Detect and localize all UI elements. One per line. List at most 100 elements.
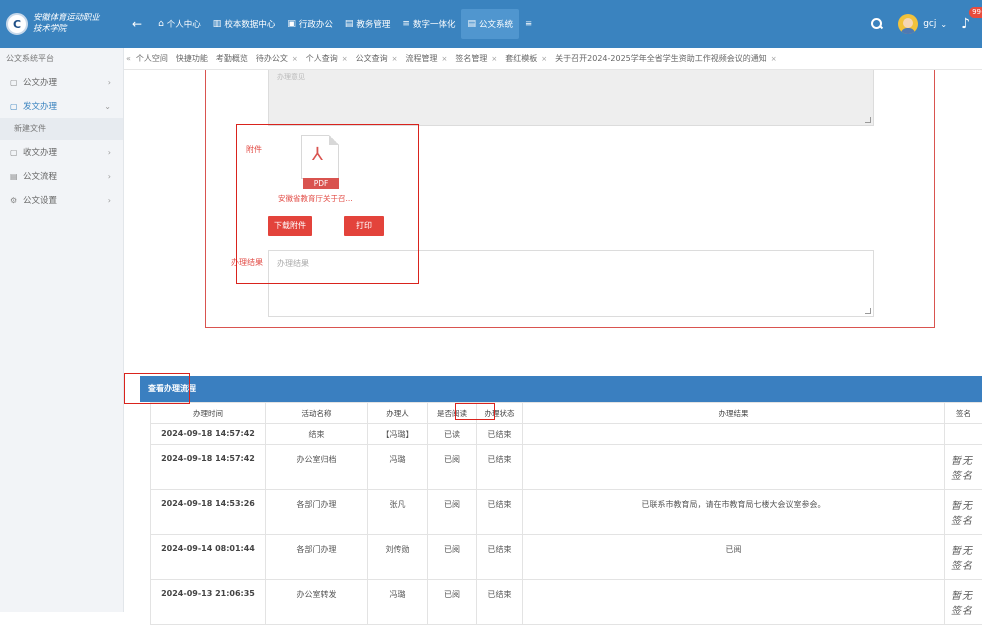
sidebar-item-flow[interactable]: ▤ 公文流程 › — [0, 164, 123, 188]
tab-flow-management[interactable]: 流程管理× — [406, 53, 448, 64]
table-header-row: 办理时间 活动名称 办理人 是否阅读 办理状态 办理结果 签名 — [151, 403, 982, 424]
close-icon[interactable]: × — [491, 55, 497, 63]
tab-strip: « 个人空间 快捷功能 考勤概览 待办公文× 个人查询× 公文查询× 流程管理×… — [124, 48, 982, 70]
gear-icon: ⚙ — [10, 196, 20, 205]
table-row: 2024-09-18 14:57:42 结束 【冯璐】 已读 已结束 — [151, 424, 982, 445]
menu-icon[interactable]: ≡ — [519, 9, 538, 39]
chevron-right-icon: › — [108, 78, 111, 87]
cell-time: 2024-09-18 14:57:42 — [151, 424, 266, 445]
cell-status: 已结束 — [477, 490, 523, 535]
column-header: 签名 — [945, 403, 982, 424]
school-name-line2: 技术学院 — [33, 24, 99, 35]
cell-result — [523, 424, 945, 445]
cell-handler: 冯璐 — [368, 580, 428, 625]
table-row: 2024-09-18 14:53:26 各部门办理 张凡 已阅 已结束 已联系市… — [151, 490, 982, 535]
column-header: 活动名称 — [266, 403, 368, 424]
cell-signature: 暂无签名 — [945, 580, 982, 625]
cell-read: 已阅 — [428, 535, 477, 580]
cell-read: 已阅 — [428, 490, 477, 535]
tab-personal-space[interactable]: 个人空间 — [136, 53, 168, 64]
cell-time: 2024-09-18 14:57:42 — [151, 445, 266, 490]
resize-handle-icon[interactable] — [865, 117, 871, 123]
chevron-down-icon: ⌄ — [104, 102, 111, 111]
sidebar-item-document-handling[interactable]: ▢ 公文办理 › — [0, 70, 123, 94]
tab-doc-query[interactable]: 公文查询× — [356, 53, 398, 64]
top-bar: C 安徽体育运动职业 技术学院 ← ⌂个人中心 ▥校本数据中心 ▣行政办公 ▤教… — [0, 0, 982, 48]
school-name-line1: 安徽体育运动职业 — [33, 13, 99, 24]
list-icon: ≡ — [402, 19, 410, 29]
cell-status: 已结束 — [477, 535, 523, 580]
highlight-flow-title — [124, 373, 190, 404]
chevron-down-icon[interactable]: ⌄ — [940, 20, 947, 29]
sidebar-item-incoming[interactable]: ▢ 收文办理 › — [0, 140, 123, 164]
avatar[interactable] — [898, 14, 918, 34]
username[interactable]: gcj — [923, 19, 936, 29]
nav-personal-center[interactable]: ⌂个人中心 — [152, 9, 207, 39]
tab-personal-query[interactable]: 个人查询× — [306, 53, 348, 64]
cell-result — [523, 445, 945, 490]
nav-document-system[interactable]: ▤公文系统 — [461, 9, 519, 39]
nav-admin-office[interactable]: ▣行政办公 — [281, 9, 339, 39]
chevron-right-icon: › — [108, 196, 111, 205]
close-icon[interactable]: × — [342, 55, 348, 63]
tab-attendance[interactable]: 考勤概览 — [216, 53, 248, 64]
cell-status: 已结束 — [477, 445, 523, 490]
cell-result: 已阅 — [523, 535, 945, 580]
cell-activity: 办公室归档 — [266, 445, 368, 490]
tab-red-template[interactable]: 套红模板× — [505, 53, 547, 64]
table-row: 2024-09-14 08:01:44 各部门办理 刘传勋 已阅 已结束 已阅 … — [151, 535, 982, 580]
sidebar: 公文系统平台 ▢ 公文办理 › ▢ 发文办理 ⌄ 新建文件 ▢ 收文办理 › ▤… — [0, 48, 124, 612]
cell-read: 已阅 — [428, 445, 477, 490]
cell-read: 已读 — [428, 424, 477, 445]
document-icon: ▢ — [10, 102, 20, 111]
resize-handle-icon[interactable] — [865, 308, 871, 314]
cell-result — [523, 580, 945, 625]
sidebar-subitem-new-file[interactable]: 新建文件 — [0, 118, 123, 140]
bell-icon[interactable]: ♪99+ — [961, 16, 970, 32]
close-icon[interactable]: × — [292, 55, 298, 63]
highlight-status-column — [455, 403, 495, 420]
cell-status: 已结束 — [477, 424, 523, 445]
school-logo[interactable]: C 安徽体育运动职业 技术学院 — [0, 0, 124, 48]
notification-badge: 99+ — [969, 7, 982, 18]
cell-signature: 暂无签名 — [945, 490, 982, 535]
cell-time: 2024-09-13 21:06:35 — [151, 580, 266, 625]
cell-status: 已结束 — [477, 580, 523, 625]
close-icon[interactable]: × — [541, 55, 547, 63]
cell-read: 已阅 — [428, 580, 477, 625]
search-icon[interactable] — [870, 17, 884, 31]
tab-signature-management[interactable]: 签名管理× — [455, 53, 497, 64]
nav-academic[interactable]: ▤教务管理 — [339, 9, 397, 39]
column-header: 办理时间 — [151, 403, 266, 424]
column-header: 办理结果 — [523, 403, 945, 424]
cell-time: 2024-09-18 14:53:26 — [151, 490, 266, 535]
cell-activity: 结束 — [266, 424, 368, 445]
tab-shortcuts[interactable]: 快捷功能 — [176, 53, 208, 64]
cell-activity: 办公室转发 — [266, 580, 368, 625]
document-icon: ▤ — [467, 19, 476, 29]
close-icon[interactable]: × — [771, 55, 777, 63]
cell-signature: 暂无签名 — [945, 445, 982, 490]
flow-table: 办理时间 活动名称 办理人 是否阅读 办理状态 办理结果 签名 2024-09-… — [150, 402, 982, 625]
sidebar-item-outgoing[interactable]: ▢ 发文办理 ⌄ — [0, 94, 123, 118]
chart-icon: ▥ — [213, 19, 222, 29]
cell-time: 2024-09-14 08:01:44 — [151, 535, 266, 580]
back-arrow-icon[interactable]: ← — [128, 9, 152, 39]
cell-handler: 冯璐 — [368, 445, 428, 490]
opinion-textarea[interactable]: 办理意见 — [268, 70, 874, 126]
tabs-scroll-left-icon[interactable]: « — [126, 54, 131, 63]
flow-icon: ▤ — [10, 172, 20, 181]
book-icon: ▤ — [345, 19, 354, 29]
tab-current-notice[interactable]: 关于召开2024-2025学年全省学生资助工作视频会议的通知× — [555, 53, 776, 64]
cell-result: 已联系市教育局，请在市教育局七楼大会议室参会。 — [523, 490, 945, 535]
close-icon[interactable]: × — [442, 55, 448, 63]
chevron-right-icon: › — [108, 148, 111, 157]
document-icon: ▢ — [10, 78, 20, 87]
tab-pending-docs[interactable]: 待办公文× — [256, 53, 298, 64]
nav-data-center[interactable]: ▥校本数据中心 — [207, 9, 282, 39]
cell-handler: 刘传勋 — [368, 535, 428, 580]
cell-signature — [945, 424, 982, 445]
close-icon[interactable]: × — [392, 55, 398, 63]
nav-digital[interactable]: ≡数字一体化 — [396, 9, 461, 39]
sidebar-item-settings[interactable]: ⚙ 公文设置 › — [0, 188, 123, 212]
